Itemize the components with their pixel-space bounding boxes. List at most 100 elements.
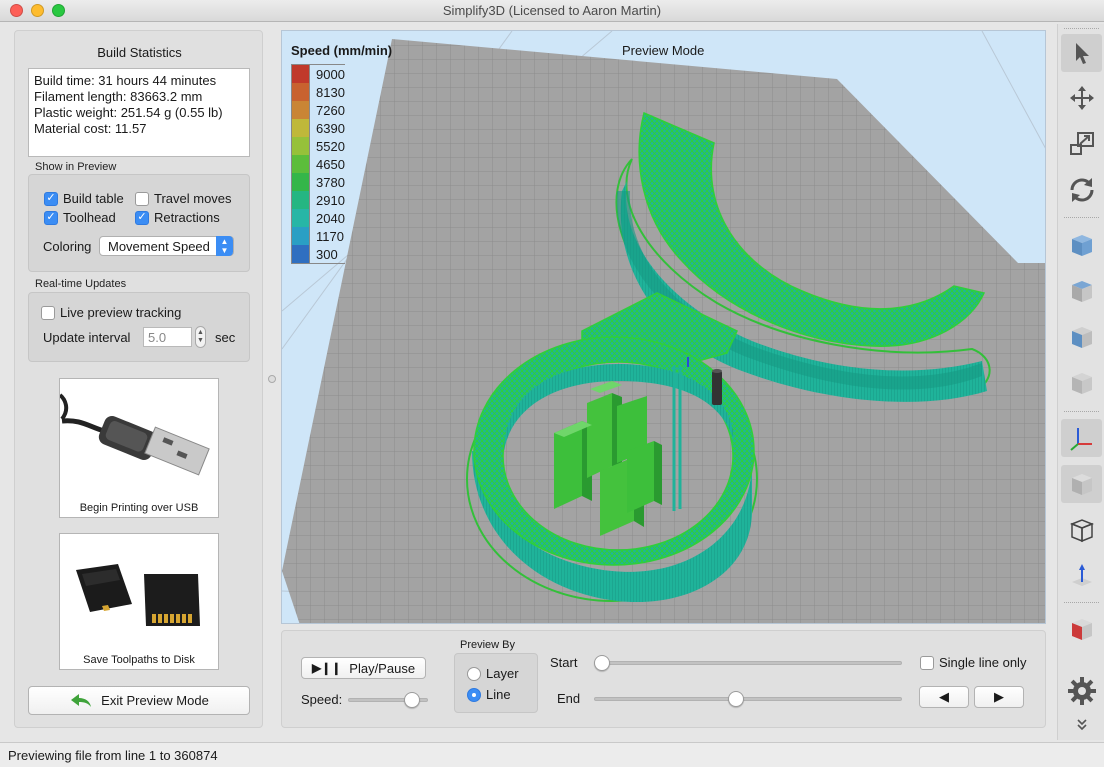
legend-swatch bbox=[291, 191, 310, 209]
legend-value: 6390 bbox=[316, 120, 345, 136]
legend-value: 300 bbox=[316, 246, 338, 262]
retractions-label: Retractions bbox=[154, 210, 220, 225]
update-interval-stepper[interactable]: ▲ ▼ bbox=[195, 326, 206, 348]
scale-icon[interactable] bbox=[1061, 125, 1102, 163]
status-text: Previewing file from line 1 to 360874 bbox=[8, 748, 218, 763]
speed-legend-title: Speed (mm/min) bbox=[291, 43, 393, 58]
coloring-select[interactable]: Movement Speed ▲ ▼ bbox=[99, 236, 234, 256]
legend-value: 9000 bbox=[316, 66, 345, 82]
rotate-icon[interactable] bbox=[1061, 171, 1102, 209]
preview-by-label: Preview By bbox=[460, 639, 516, 651]
legend-swatch bbox=[291, 173, 310, 191]
realtime-updates-group: Live preview tracking Update interval 5.… bbox=[28, 292, 250, 362]
preview-by-layer-radio[interactable]: Layer bbox=[467, 666, 519, 681]
start-slider-knob[interactable] bbox=[594, 655, 610, 671]
checkbox-box bbox=[41, 305, 55, 320]
play-pause-button[interactable]: ▶❙❙ Play/Pause bbox=[301, 657, 426, 679]
right-triangle-icon: ▶ bbox=[994, 689, 1004, 704]
legend-swatch bbox=[291, 227, 310, 245]
layer-option-label: Layer bbox=[486, 666, 519, 681]
show-in-preview-label: Show in Preview bbox=[35, 161, 117, 173]
toolhead-checkbox[interactable]: ✓ Toolhead bbox=[44, 210, 116, 225]
checkmark-icon: ✓ bbox=[44, 210, 58, 225]
build-statistics-title: Build Statistics bbox=[97, 45, 182, 60]
status-bar: Previewing file from line 1 to 360874 bbox=[0, 742, 1104, 767]
legend-swatch bbox=[291, 119, 310, 137]
cube-view-icon-3[interactable] bbox=[1061, 318, 1102, 356]
single-line-only-checkbox[interactable]: Single line only bbox=[920, 655, 1026, 670]
save-toolpaths-disk-button[interactable]: Save Toolpaths to Disk bbox=[59, 533, 219, 670]
cube-view-icon-1[interactable] bbox=[1061, 226, 1102, 264]
legend-row: 300 bbox=[291, 245, 345, 263]
build-table-checkbox[interactable]: ✓ Build table bbox=[44, 191, 124, 206]
checkbox-box bbox=[135, 191, 149, 206]
retractions-checkbox[interactable]: ✓ Retractions bbox=[135, 210, 220, 225]
legend-value: 3780 bbox=[316, 174, 345, 190]
toolhead bbox=[712, 371, 722, 405]
sd-card-photo bbox=[76, 564, 200, 626]
legend-row: 4650 bbox=[291, 155, 345, 173]
step-back-button[interactable]: ◀ bbox=[919, 686, 969, 708]
coloring-select-value: Movement Speed bbox=[108, 238, 210, 254]
legend-value: 5520 bbox=[316, 138, 345, 154]
preview-mode-title: Preview Mode bbox=[622, 43, 705, 58]
single-line-only-label: Single line only bbox=[939, 655, 1027, 670]
show-in-preview-group: ✓ Build table Travel moves ✓ Toolhead ✓ … bbox=[28, 174, 250, 272]
toolhead-label: Toolhead bbox=[63, 210, 116, 225]
speed-label: Speed: bbox=[301, 692, 343, 707]
end-slider-track bbox=[594, 697, 902, 701]
stat-plastic-weight: Plastic weight: 251.54 g (0.55 lb) bbox=[34, 105, 223, 120]
legend-row: 3780 bbox=[291, 173, 345, 191]
legend-value: 4650 bbox=[316, 156, 345, 172]
legend-swatch bbox=[291, 137, 310, 155]
legend-row: 2040 bbox=[291, 209, 345, 227]
preview-viewport[interactable]: Speed (mm/min) 9000 8130 7260 6390 5520 4650 3… bbox=[281, 30, 1046, 624]
live-preview-tracking-checkbox[interactable]: Live preview tracking bbox=[41, 305, 181, 320]
solid-view-icon[interactable] bbox=[1061, 465, 1102, 503]
right-toolbar bbox=[1057, 24, 1104, 740]
legend-row: 8130 bbox=[291, 83, 345, 101]
legend-swatch bbox=[291, 83, 310, 101]
preview-by-line-radio[interactable]: Line bbox=[467, 687, 511, 702]
exit-button-label: Exit Preview Mode bbox=[101, 693, 209, 708]
legend-swatch bbox=[291, 65, 310, 83]
more-chevron-icon[interactable] bbox=[1061, 712, 1102, 736]
travel-moves-checkbox[interactable]: Travel moves bbox=[135, 191, 232, 206]
speed-legend: 9000 8130 7260 6390 5520 4650 3780 2910 2040 1170… bbox=[291, 64, 345, 264]
speed-slider-knob[interactable] bbox=[404, 692, 421, 708]
settings-gear-icon[interactable] bbox=[1061, 672, 1102, 710]
usb-button-caption: Begin Printing over USB bbox=[79, 502, 199, 514]
legend-row: 1170 bbox=[291, 227, 345, 245]
window-titlebar: Simplify3D (Licensed to Aaron Martin) bbox=[0, 0, 1104, 22]
begin-printing-usb-button[interactable]: Begin Printing over USB bbox=[58, 378, 219, 518]
legend-swatch bbox=[291, 155, 310, 173]
playback-controls-panel: ▶❙❙ Play/Pause Speed: Preview By Layer L… bbox=[281, 630, 1046, 728]
cross-section-icon[interactable] bbox=[1061, 610, 1102, 648]
legend-swatch bbox=[291, 245, 310, 263]
legend-row: 5520 bbox=[291, 137, 345, 155]
end-slider[interactable] bbox=[594, 691, 902, 707]
start-slider[interactable] bbox=[594, 655, 902, 671]
travel-moves-label: Travel moves bbox=[154, 191, 232, 206]
coloring-label: Coloring bbox=[43, 239, 92, 254]
checkbox-box bbox=[920, 655, 934, 670]
wireframe-icon[interactable] bbox=[1061, 511, 1102, 549]
step-forward-button[interactable]: ▶ bbox=[974, 686, 1024, 708]
start-slider-track bbox=[594, 661, 902, 665]
exit-preview-mode-button[interactable]: Exit Preview Mode bbox=[28, 686, 250, 715]
left-triangle-icon: ◀ bbox=[939, 689, 949, 704]
start-label: Start bbox=[550, 655, 578, 670]
build-direction-icon[interactable] bbox=[1061, 557, 1102, 595]
speed-slider[interactable] bbox=[348, 692, 428, 708]
play-pause-icon: ▶❙❙ bbox=[311, 661, 342, 675]
axes-icon[interactable] bbox=[1061, 419, 1102, 457]
end-slider-knob[interactable] bbox=[728, 691, 745, 707]
legend-value: 2910 bbox=[316, 192, 345, 208]
select-arrow-icon[interactable] bbox=[1061, 34, 1102, 72]
cube-view-icon-4[interactable] bbox=[1061, 364, 1102, 402]
cube-view-icon-2[interactable] bbox=[1061, 272, 1102, 310]
splitter-handle[interactable] bbox=[268, 375, 276, 383]
legend-swatch bbox=[291, 101, 310, 119]
update-interval-input[interactable]: 5.0 bbox=[143, 327, 192, 347]
move-icon[interactable] bbox=[1061, 79, 1102, 117]
